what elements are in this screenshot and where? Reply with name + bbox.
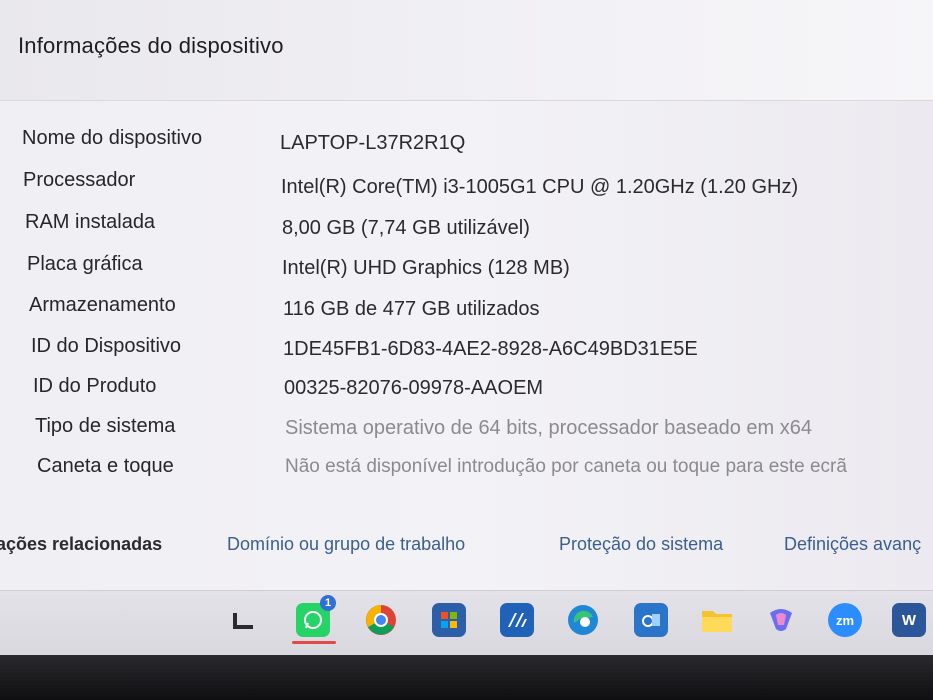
spec-label: RAM instalada	[25, 211, 156, 233]
spec-label: Caneta e toque	[37, 455, 174, 477]
related-links-bar: ações relacionadas Domínio ou grupo de t…	[0, 530, 933, 566]
spec-value[interactable]: Intel(R) Core(TM) i3-1005G1 CPU @ 1.20GH…	[281, 176, 798, 199]
spec-label: Armazenamento	[29, 294, 176, 316]
taskbar: 1 zm W	[0, 590, 933, 656]
screen-bezel	[0, 655, 933, 700]
page-title: Informações do dispositivo	[18, 33, 284, 58]
related-settings-heading: ações relacionadas	[0, 534, 163, 554]
page-header: Informações do dispositivo	[0, 0, 933, 101]
spec-value[interactable]: LAPTOP-L37R2R1Q	[280, 132, 465, 155]
copilot-icon[interactable]	[764, 603, 798, 637]
folder-icon[interactable]	[700, 603, 734, 637]
spec-label: ID do Produto	[33, 375, 157, 397]
spec-value[interactable]: Sistema operativo de 64 bits, processado…	[285, 417, 812, 440]
spec-label: Tipo de sistema	[35, 415, 176, 437]
settings-page: Informações do dispositivo Nome do dispo…	[0, 0, 933, 590]
word-label: W	[901, 611, 917, 629]
word-icon[interactable]: W	[892, 603, 926, 637]
spec-value[interactable]: Intel(R) UHD Graphics (128 MB)	[282, 257, 570, 280]
start-icon[interactable]	[226, 603, 260, 637]
link-domain-workgroup[interactable]: Domínio ou grupo de trabalho	[227, 534, 465, 555]
spec-label: Processador	[23, 169, 136, 191]
link-system-protection[interactable]: Proteção do sistema	[559, 534, 723, 555]
edge-icon[interactable]	[566, 603, 600, 637]
spec-value[interactable]: 00325-82076-09978-AAOEM	[284, 377, 543, 400]
spec-value[interactable]: Não está disponível introdução por canet…	[285, 456, 847, 478]
spec-label: Placa gráfica	[27, 253, 143, 275]
notification-badge: 1	[320, 595, 336, 611]
chrome-icon[interactable]	[364, 603, 398, 637]
spec-value[interactable]: 116 GB de 477 GB utilizados	[283, 298, 539, 321]
spec-value[interactable]: 8,00 GB (7,74 GB utilizável)	[282, 217, 530, 240]
store-icon[interactable]	[432, 603, 466, 637]
spec-value[interactable]: 1DE45FB1-6D83-4AE2-8928-A6C49BD31E5E	[283, 338, 698, 361]
zoom-icon[interactable]: zm	[828, 603, 862, 637]
whatsapp-icon[interactable]: 1	[296, 595, 336, 637]
zoom-label: zm	[835, 612, 855, 628]
link-advanced-settings[interactable]: Definições avanç	[784, 534, 921, 555]
outlook-icon[interactable]	[634, 603, 668, 637]
spec-label: ID do Dispositivo	[31, 335, 182, 357]
app-icon[interactable]	[500, 603, 534, 637]
active-app-indicator	[292, 641, 336, 644]
spec-label: Nome do dispositivo	[22, 127, 203, 149]
